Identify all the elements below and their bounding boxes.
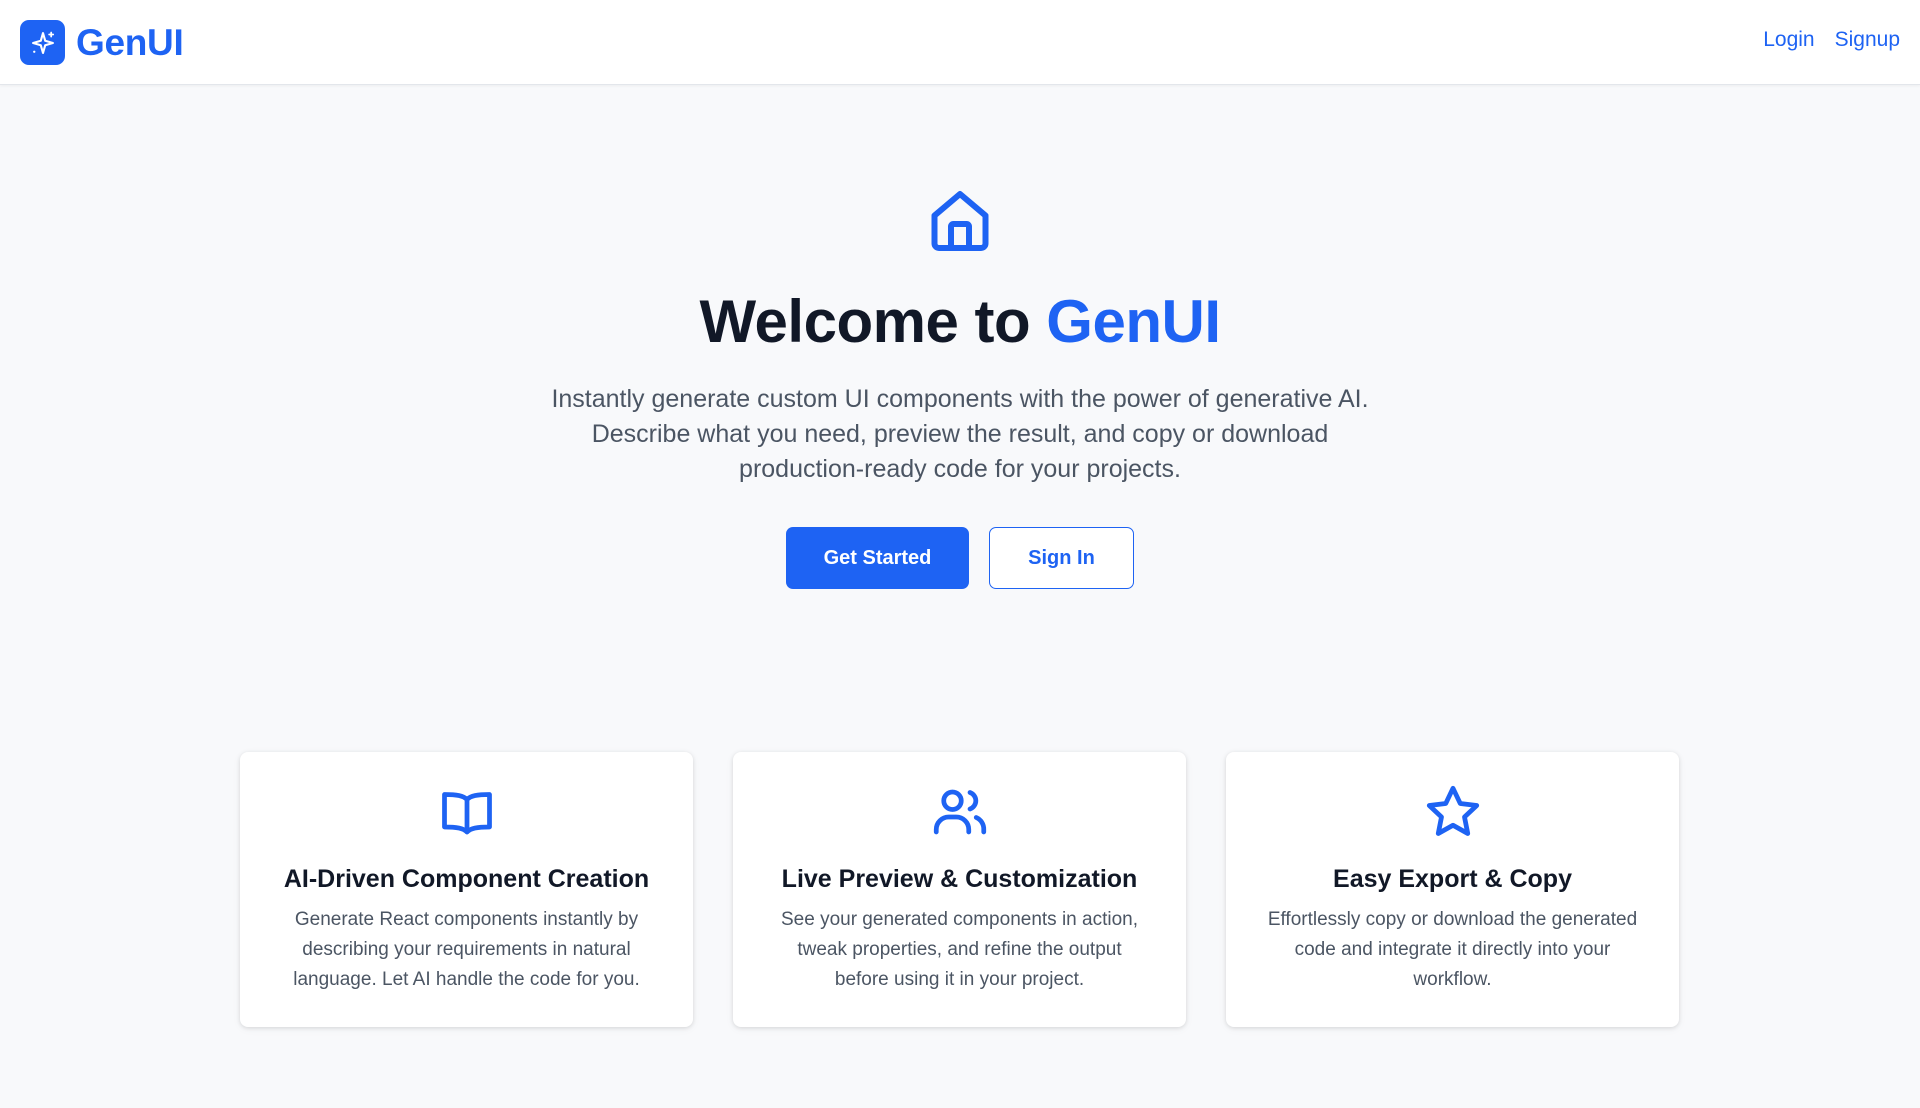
home-icon <box>931 191 989 251</box>
feature-description: Effortlessly copy or download the genera… <box>1267 909 1638 990</box>
hero-description: Instantly generate custom UI components … <box>551 385 1369 483</box>
features-section: AI-Driven Component Creation Generate Re… <box>240 752 1680 1027</box>
sparkles-icon <box>20 20 65 65</box>
feature-title: Live Preview & Customization <box>781 865 1138 893</box>
star-icon <box>1426 785 1479 836</box>
top-navbar: GenUI Login Signup <box>0 0 1920 85</box>
feature-description: See your generated components in action,… <box>780 909 1138 990</box>
feature-title: Easy Export & Copy <box>1333 865 1572 893</box>
hero-title: Welcome to GenUI <box>699 287 1222 356</box>
book-open-icon <box>441 792 492 835</box>
hero-section: Welcome to GenUI Instantly generate cust… <box>0 85 1920 589</box>
feature-card-ai-creation: AI-Driven Component Creation Generate Re… <box>240 752 693 1027</box>
feature-card-live-preview: Live Preview & Customization See your ge… <box>733 752 1186 1027</box>
sign-in-button[interactable]: Sign In <box>989 527 1134 589</box>
signup-link[interactable]: Signup <box>1835 28 1900 52</box>
get-started-button[interactable]: Get Started <box>786 527 969 589</box>
feature-description: Generate React components instantly by d… <box>293 909 640 990</box>
feature-title: AI-Driven Component Creation <box>283 865 650 893</box>
hero-title-prefix: Welcome to <box>699 288 1047 355</box>
users-icon <box>933 789 986 835</box>
nav-links: Login Signup <box>1763 28 1900 52</box>
login-link[interactable]: Login <box>1763 28 1814 52</box>
hero-actions: Get Started Sign In <box>786 527 1134 589</box>
hero-title-accent: GenUI <box>1046 288 1221 355</box>
brand-name: GenUI <box>76 21 184 63</box>
feature-card-export: Easy Export & Copy Effortlessly copy or … <box>1226 752 1679 1027</box>
brand-logo-link[interactable]: GenUI <box>20 20 184 65</box>
